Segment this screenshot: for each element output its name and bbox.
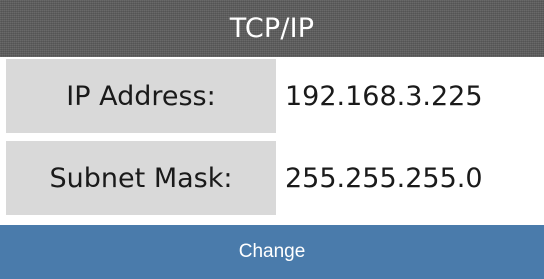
subnet-mask-row: Subnet Mask: 255.255.255.0 [0,139,544,217]
subnet-mask-label: Subnet Mask: [6,141,276,215]
ip-address-value: 192.168.3.225 [285,80,483,112]
subnet-mask-value: 255.255.255.0 [285,162,483,194]
ip-address-row: IP Address: 192.168.3.225 [0,57,544,135]
tcpip-settings-panel: TCP/IP IP Address: 192.168.3.225 Subnet … [0,0,544,279]
ip-address-label: IP Address: [6,59,276,133]
change-button[interactable]: Change [0,225,544,279]
panel-title: TCP/IP [0,0,544,57]
